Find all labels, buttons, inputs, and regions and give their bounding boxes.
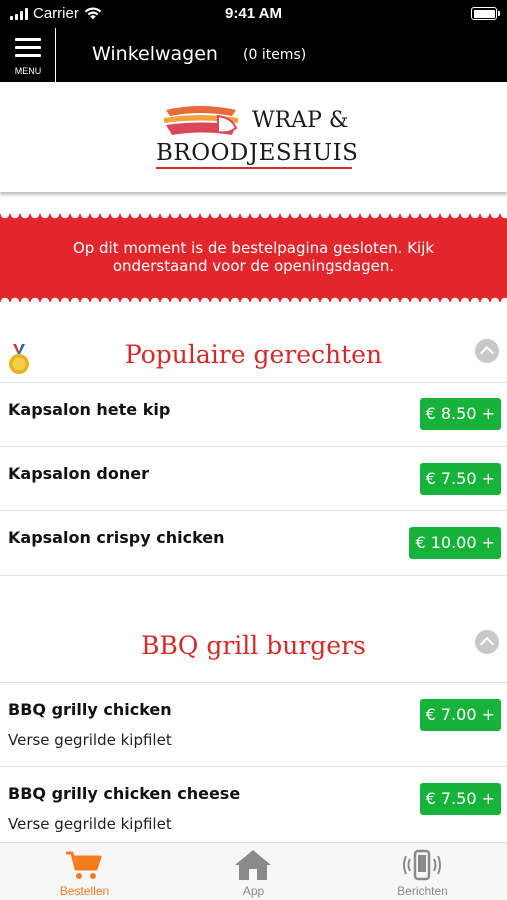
- divider: [0, 575, 507, 576]
- cart-title[interactable]: Winkelwagen: [92, 43, 218, 65]
- price-add-button[interactable]: € 7.50 +: [419, 783, 501, 815]
- menu-button[interactable]: MENU: [0, 28, 56, 82]
- section-title-bbq: BBQ grill burgers: [141, 631, 366, 660]
- logo-area: WRAP & BROODJESHUIS: [0, 82, 507, 192]
- cart-icon: [66, 851, 102, 879]
- tab-app[interactable]: App: [169, 843, 338, 900]
- tab-bestellen[interactable]: Bestellen: [0, 843, 169, 900]
- tab-bar: Bestellen App Berichten: [0, 842, 507, 900]
- status-time: 9:41 AM: [225, 5, 282, 22]
- tab-label: Berichten: [397, 884, 448, 898]
- price-add-button[interactable]: € 8.50 +: [419, 398, 501, 430]
- logo-text-wrap: WRAP &: [252, 108, 349, 133]
- price-add-button[interactable]: € 7.00 +: [419, 699, 501, 731]
- menu-item[interactable]: Kapsalon hete kip € 8.50 +: [0, 383, 507, 446]
- restaurant-logo: WRAP & BROODJESHUIS: [156, 104, 359, 174]
- sandwich-logo-icon: [164, 106, 238, 135]
- cart-item-count: (0 items): [243, 47, 307, 63]
- menu-label: MENU: [14, 66, 42, 76]
- hamburger-icon: [15, 38, 41, 62]
- collapse-popular-button[interactable]: [475, 339, 499, 363]
- closed-banner-text: Op dit moment is de bestelpagina geslote…: [72, 239, 435, 275]
- item-name: Kapsalon crispy chicken: [8, 528, 225, 547]
- logo-underline: [156, 167, 352, 169]
- section-title-popular: Populaire gerechten: [124, 340, 383, 369]
- tab-label: App: [242, 884, 265, 898]
- collapse-bbq-button[interactable]: [475, 630, 499, 654]
- battery-icon: [471, 7, 500, 20]
- item-name: Kapsalon doner: [8, 464, 149, 483]
- app-header: MENU Winkelwagen (0 items): [0, 28, 507, 82]
- logo-text-broodjeshuis: BROODJESHUIS: [156, 140, 359, 166]
- menu-item[interactable]: BBQ grilly chicken cheese Verse gegrilde…: [0, 767, 507, 842]
- menu-item[interactable]: BBQ grilly chicken Verse gegrilde kipfil…: [0, 683, 507, 766]
- item-description: Verse gegrilde kipfilet: [8, 731, 172, 749]
- home-icon: [235, 850, 271, 880]
- tab-berichten[interactable]: Berichten: [338, 843, 507, 900]
- item-name: BBQ grilly chicken: [8, 700, 172, 719]
- status-bar: Carrier 9:41 AM: [0, 0, 507, 28]
- tab-label: Bestellen: [59, 884, 110, 898]
- menu-item[interactable]: Kapsalon doner € 7.50 +: [0, 447, 507, 510]
- price-add-button[interactable]: € 10.00 +: [409, 527, 501, 559]
- item-name: Kapsalon hete kip: [8, 400, 171, 419]
- item-name: BBQ grilly chicken cheese: [8, 784, 241, 803]
- closed-banner: Op dit moment is de bestelpagina geslote…: [0, 214, 507, 302]
- menu-item[interactable]: Kapsalon crispy chicken € 10.00 +: [0, 511, 507, 575]
- phone-vibrate-icon: [403, 849, 441, 881]
- price-add-button[interactable]: € 7.50 +: [419, 463, 501, 495]
- item-description: Verse gegrilde kipfilet: [8, 815, 172, 833]
